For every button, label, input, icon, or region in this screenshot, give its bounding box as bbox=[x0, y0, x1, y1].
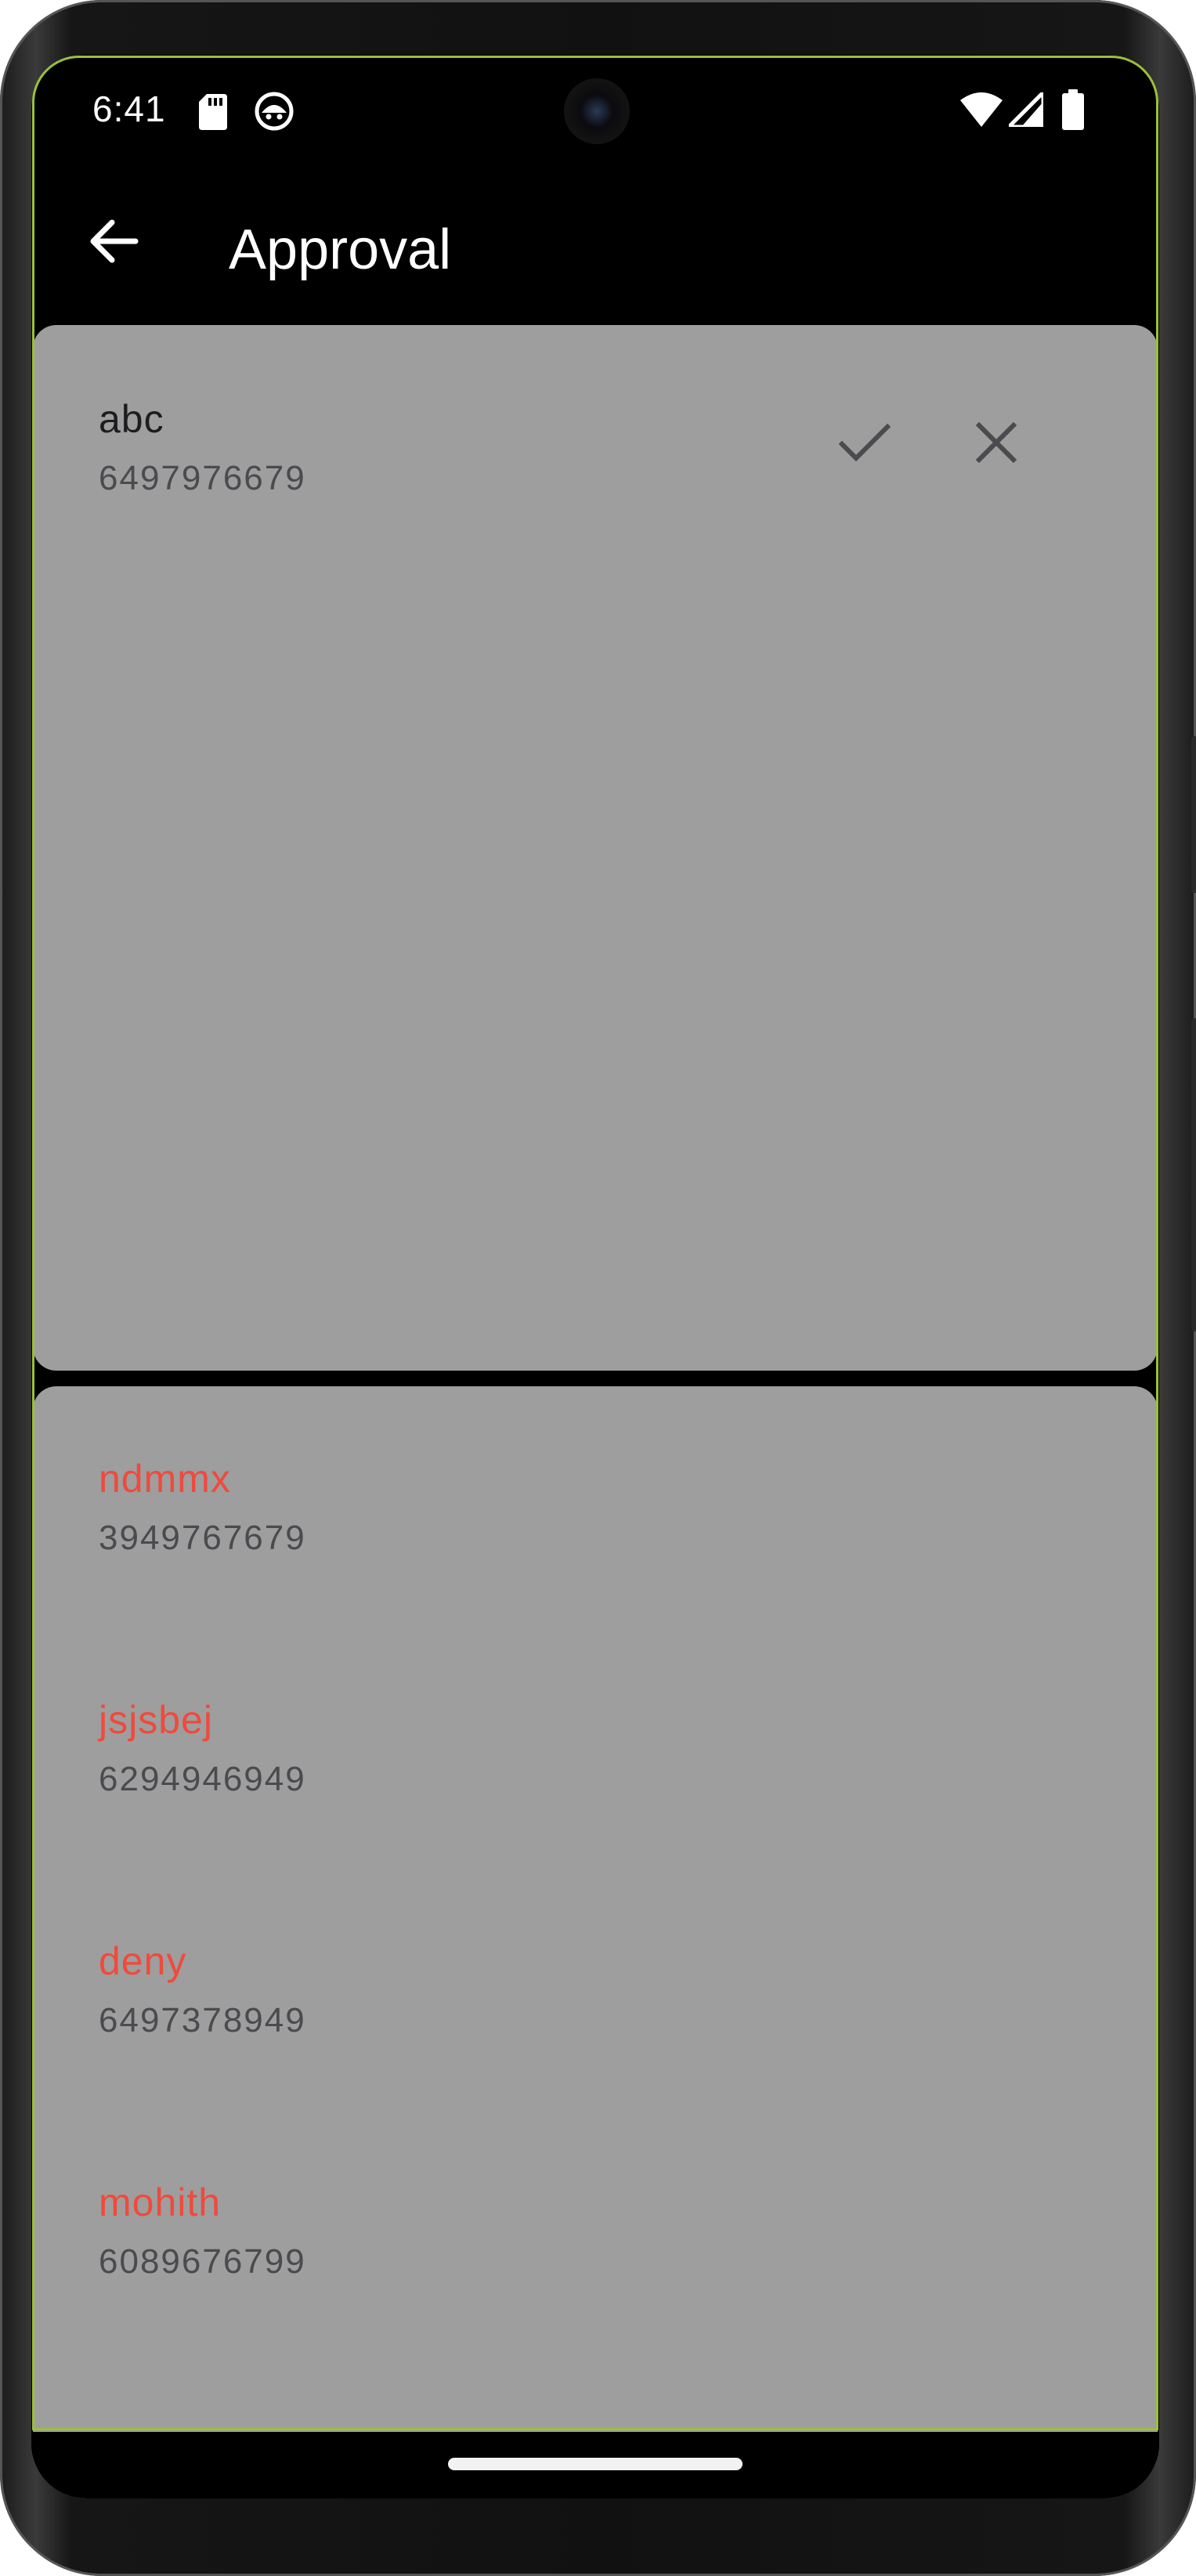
status-bar: 6:41 bbox=[31, 55, 1159, 172]
page-title: Approval bbox=[229, 219, 452, 281]
pending-approvals-card: abc 6497976679 bbox=[33, 325, 1158, 1371]
battery-icon bbox=[1062, 89, 1084, 134]
list-item-name: deny bbox=[99, 1939, 187, 1983]
sd-card-icon bbox=[199, 94, 227, 134]
reject-button[interactable] bbox=[953, 401, 1039, 487]
list-item-name: jsjsbej bbox=[99, 1698, 213, 1742]
device-frame: 6:41 Approval abc 6497976679 ndmmx 39497… bbox=[0, 0, 1196, 2576]
list-item[interactable]: ndmmx 3949767679 bbox=[99, 1455, 306, 1560]
navigation-bar bbox=[31, 2432, 1159, 2498]
check-icon bbox=[838, 422, 891, 467]
pending-name: abc bbox=[99, 397, 164, 441]
screen: 6:41 Approval abc 6497976679 ndmmx 39497… bbox=[31, 55, 1159, 2498]
home-gesture-handle[interactable] bbox=[448, 2458, 743, 2470]
front-camera bbox=[564, 78, 630, 144]
volume-button bbox=[1191, 1018, 1196, 1331]
signal-icon bbox=[1006, 90, 1046, 131]
power-button bbox=[1191, 736, 1196, 893]
list-item-phone: 6089676799 bbox=[99, 2242, 306, 2281]
list-item-name: mohith bbox=[99, 2180, 222, 2224]
approve-button[interactable] bbox=[822, 401, 908, 487]
list-item[interactable]: mohith 6089676799 bbox=[99, 2179, 306, 2284]
list-item-phone: 3949767679 bbox=[99, 1519, 306, 1557]
list-item[interactable]: deny 6497378949 bbox=[99, 1938, 306, 2043]
list-item-name: ndmmx bbox=[99, 1457, 231, 1501]
wifi-icon bbox=[960, 92, 1003, 131]
list-item[interactable]: jsjsbej 6294946949 bbox=[99, 1696, 306, 1801]
pending-phone: 6497976679 bbox=[99, 459, 306, 497]
android-debug-icon bbox=[254, 91, 294, 135]
back-button[interactable] bbox=[78, 208, 149, 278]
arrow-back-icon bbox=[89, 219, 139, 267]
list-item-phone: 6294946949 bbox=[99, 1760, 306, 1798]
rejected-list-card: ndmmx 3949767679 jsjsbej 6294946949 deny… bbox=[33, 1386, 1158, 2498]
app-bar: Approval bbox=[31, 172, 1159, 317]
close-icon bbox=[975, 421, 1017, 467]
status-time: 6:41 bbox=[92, 89, 166, 129]
pending-list-item: abc 6497976679 bbox=[99, 396, 306, 500]
list-item-phone: 6497378949 bbox=[99, 2001, 306, 2039]
